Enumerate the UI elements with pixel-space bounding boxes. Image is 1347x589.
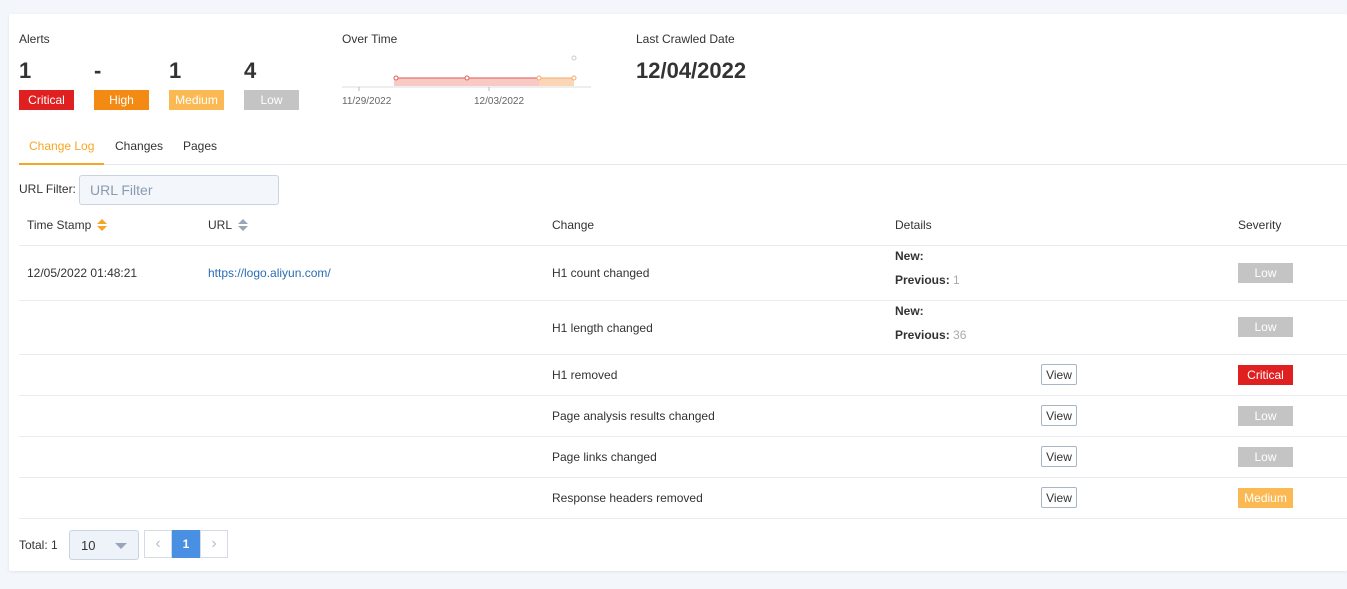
pagination-total: Total: 1: [19, 538, 58, 552]
row-change: H1 count changed: [552, 266, 650, 280]
page-size-value: 10: [81, 538, 96, 553]
row-divider: [19, 354, 1347, 355]
tab-change-log[interactable]: Change Log: [29, 139, 94, 153]
details-previous-value: 36: [953, 328, 967, 342]
last-crawled-date: 12/04/2022: [636, 58, 747, 83]
details-previous-label: Previous:: [895, 273, 950, 287]
details-previous: Previous: 36: [895, 328, 966, 342]
row-change: Response headers removed: [552, 491, 703, 505]
sort-icon[interactable]: [97, 218, 108, 233]
column-header-severity: Severity: [1238, 218, 1282, 232]
details-new: New:: [895, 249, 924, 263]
page-size-select[interactable]: 10: [69, 530, 139, 560]
row-divider: [19, 436, 1347, 437]
header-divider: [19, 245, 1347, 246]
severity-badge: Low: [1238, 317, 1293, 337]
details-new: New:: [895, 304, 924, 318]
row-divider: [19, 518, 1347, 519]
chevron-left-icon[interactable]: ‹: [144, 530, 172, 558]
view-button[interactable]: View: [1041, 446, 1077, 467]
row-url-link[interactable]: https://logo.aliyun.com/: [208, 266, 331, 280]
view-button[interactable]: View: [1041, 405, 1077, 426]
point-4: [571, 75, 577, 81]
area-series-2: [539, 78, 574, 86]
row-change: Page analysis results changed: [552, 409, 715, 423]
active-tab-indicator: [19, 163, 104, 165]
severity-badge: Low: [1238, 263, 1293, 283]
column-label-url: URL: [208, 218, 233, 232]
details-previous: Previous: 1: [895, 273, 960, 287]
critical-count: 1: [19, 58, 32, 83]
point-1: [393, 75, 399, 81]
severity-badge: Low: [1238, 447, 1293, 467]
x-tick-label-1: 11/29/2022: [342, 96, 392, 107]
last-crawled-title: Last Crawled Date: [636, 32, 735, 46]
row-change: H1 length changed: [552, 321, 653, 335]
url-filter-input[interactable]: [79, 175, 279, 205]
view-button[interactable]: View: [1041, 487, 1077, 508]
high-badge: High: [94, 90, 149, 110]
row-timestamp: 12/05/2022 01:48:21: [27, 266, 138, 280]
details-new-label: New:: [895, 304, 924, 318]
point-2: [464, 75, 470, 81]
tab-pages[interactable]: Pages: [183, 139, 217, 153]
high-count: -: [94, 58, 102, 83]
view-button[interactable]: View: [1041, 364, 1077, 385]
details-previous-value: 1: [953, 273, 960, 287]
medium-count: 1: [169, 58, 182, 83]
column-label-timestamp: Time Stamp: [27, 218, 92, 232]
column-header-change: Change: [552, 218, 595, 232]
page-number-button[interactable]: 1: [172, 530, 200, 558]
medium-badge: Medium: [169, 90, 224, 110]
sort-icon[interactable]: [238, 218, 249, 233]
change-log-card: Alerts 1 Critical - High 1 Medium 4 Low …: [9, 14, 1347, 571]
chevron-down-icon: [115, 543, 127, 549]
column-header-timestamp[interactable]: Time Stamp: [27, 218, 108, 233]
low-badge: Low: [244, 90, 299, 110]
severity-badge: Low: [1238, 406, 1293, 426]
chevron-right-icon[interactable]: ›: [200, 530, 228, 558]
row-divider: [19, 300, 1347, 301]
tab-bar: Change Log Changes Pages: [19, 132, 1347, 165]
low-count: 4: [244, 58, 257, 83]
severity-badge: Medium: [1238, 488, 1293, 508]
critical-badge: Critical: [19, 90, 74, 110]
severity-badge: Critical: [1238, 365, 1293, 385]
url-filter-label: URL Filter:: [19, 182, 76, 196]
alerts-title: Alerts: [19, 32, 50, 46]
tab-changes[interactable]: Changes: [115, 139, 163, 153]
column-header-details: Details: [895, 218, 932, 232]
row-change: H1 removed: [552, 368, 618, 382]
x-tick-label-2: 12/03/2022: [474, 96, 525, 107]
row-divider: [19, 477, 1347, 478]
column-header-url[interactable]: URL: [208, 218, 249, 233]
row-divider: [19, 395, 1347, 396]
point-3: [536, 75, 542, 81]
details-previous-label: Previous:: [895, 328, 950, 342]
details-new-label: New:: [895, 249, 924, 263]
point-5: [571, 55, 577, 61]
over-time-title: Over Time: [342, 32, 398, 46]
row-change: Page links changed: [552, 450, 657, 464]
